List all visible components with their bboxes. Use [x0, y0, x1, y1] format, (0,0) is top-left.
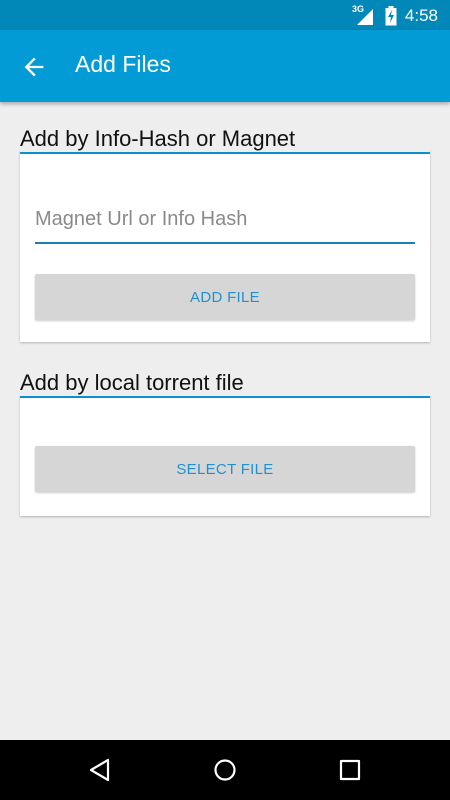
magnet-section-heading-text: Add by Info-Hash or Magnet	[20, 126, 296, 151]
magnet-input-wrapper	[35, 200, 415, 244]
select-file-button[interactable]: SELECT FILE	[35, 446, 415, 492]
page-title: Add Files	[75, 51, 171, 77]
select-file-button-label: SELECT FILE	[176, 460, 274, 478]
magnet-section-heading: Add by Info-Hash or Magnet	[20, 126, 430, 154]
add-file-button-label: ADD FILE	[190, 288, 260, 306]
battery-charging-icon	[385, 6, 397, 26]
recents-square-icon[interactable]	[337, 757, 363, 783]
magnet-url-input[interactable]	[35, 200, 415, 238]
navigation-bar	[0, 740, 450, 800]
arrow-back-icon[interactable]	[20, 53, 48, 81]
status-bar: 3G 4:58	[0, 0, 450, 30]
app-bar: Add Files	[0, 30, 450, 102]
signal-icon	[357, 9, 373, 25]
back-triangle-icon[interactable]	[87, 757, 113, 783]
add-file-button[interactable]: ADD FILE	[35, 274, 415, 320]
home-circle-icon[interactable]	[212, 757, 238, 783]
local-file-section-heading: Add by local torrent file	[20, 370, 430, 398]
local-file-section-heading-text: Add by local torrent file	[20, 370, 244, 395]
clock-time: 4:58	[404, 6, 438, 25]
